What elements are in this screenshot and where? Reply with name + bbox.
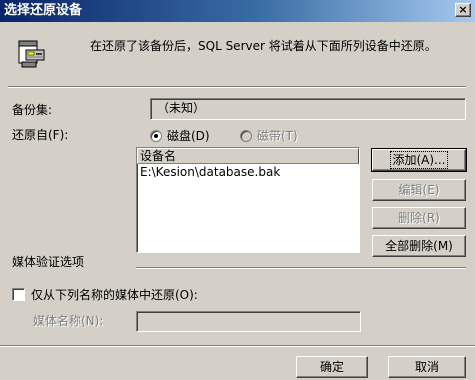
remove-button[interactable]: 删除(R) (372, 207, 466, 229)
footer-divider (0, 345, 475, 347)
backup-set-label: 备份集: (12, 103, 53, 117)
media-name-checkbox-label[interactable]: 仅从下列名称的媒体中还原(O): (31, 287, 198, 303)
media-name-checkbox[interactable] (12, 288, 25, 301)
cancel-button[interactable]: 取消 (388, 356, 466, 378)
media-name-input[interactable] (136, 311, 361, 332)
device-list-item[interactable]: E:\Kesion\database.bak (137, 164, 359, 180)
divider (8, 86, 466, 88)
remove-all-button[interactable]: 全部删除(M) (372, 235, 466, 257)
media-name-label: 媒体名称(N): (33, 314, 104, 328)
tape-radio-label[interactable]: 磁带(T) (257, 128, 298, 144)
close-icon: × (458, 3, 468, 16)
disk-radio[interactable] (150, 130, 162, 142)
title-bar: 选择还原设备 (0, 0, 475, 22)
backup-set-value: （未知） (157, 101, 206, 115)
window-title: 选择还原设备 (4, 3, 83, 18)
database-device-icon (16, 38, 48, 70)
device-list-header[interactable]: 设备名 (137, 148, 359, 164)
device-list[interactable]: 设备名 E:\Kesion\database.bak (136, 147, 360, 253)
add-button[interactable]: 添加(A)... (371, 148, 467, 172)
tape-radio[interactable] (240, 130, 252, 142)
media-section-divider (136, 267, 466, 269)
restore-from-label: 还原自(F): (12, 128, 69, 142)
header-message: 在还原了该备份后，SQL Server 将试着从下面所列设备中还原。 (90, 39, 437, 53)
close-button[interactable]: × (455, 3, 471, 17)
ok-button[interactable]: 确定 (296, 356, 368, 378)
media-verification-label: 媒体验证选项 (12, 255, 85, 269)
backup-set-field: （未知） (150, 98, 466, 120)
edit-button[interactable]: 编辑(E) (372, 179, 466, 201)
disk-radio-label[interactable]: 磁盘(D) (167, 128, 210, 144)
